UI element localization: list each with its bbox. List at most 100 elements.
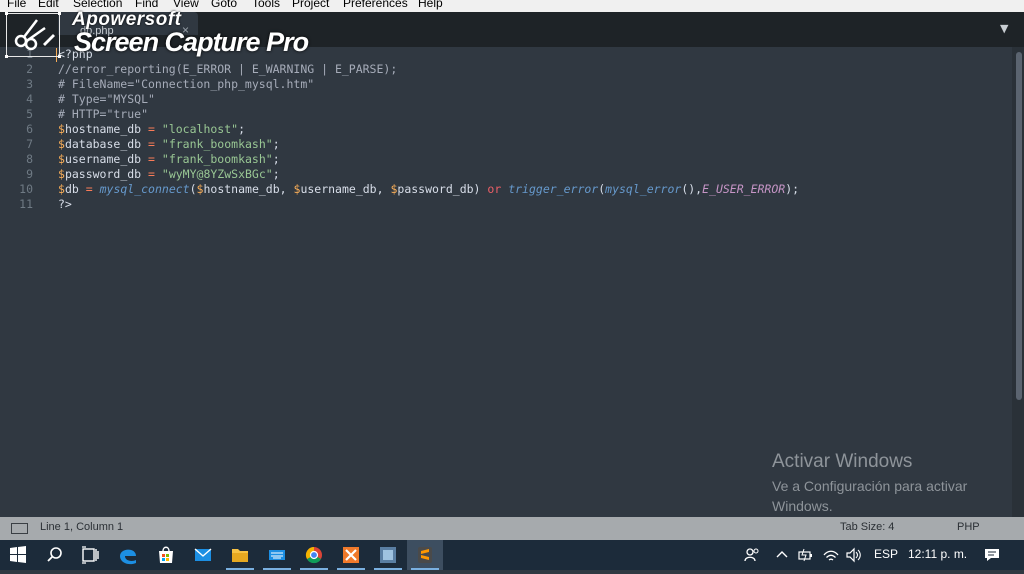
code-token: # Type="MYSQL": [58, 92, 155, 106]
line-number: 7: [26, 137, 33, 151]
code-token: E_USER_ERROR: [702, 182, 786, 196]
code-line[interactable]: 7 $database_db = "frank_boomkash";: [0, 137, 1010, 152]
code-token: username_db,: [300, 182, 391, 196]
code-token: ;: [272, 152, 280, 166]
code-editor[interactable]: 1 <?php 2//error_reporting(E_ERROR | E_WAR…: [0, 47, 1024, 517]
code-text: # HTTP="true": [58, 107, 148, 122]
chrome-icon[interactable]: [296, 540, 332, 570]
code-text: //error_reporting(E_ERROR | E_WARNING | …: [58, 62, 397, 77]
line-number: 3: [26, 77, 33, 91]
code-line[interactable]: 6 $hostname_db = "localhost";: [0, 122, 1010, 137]
code-line[interactable]: 8 $username_db = "frank_boomkash";: [0, 152, 1010, 167]
code-text: ?>: [58, 197, 72, 212]
menu-edit[interactable]: Edit: [38, 0, 59, 10]
syntax-mode[interactable]: PHP: [957, 521, 980, 533]
store-icon[interactable]: [148, 540, 184, 570]
line-number: 5: [26, 107, 33, 121]
code-token: ;: [272, 167, 280, 181]
code-line[interactable]: 10 $db = mysql_connect($hostname_db, $use…: [0, 182, 1010, 197]
menu-goto[interactable]: Goto: [211, 0, 237, 10]
tab-list-dropdown-icon[interactable]: ▼: [1000, 22, 1008, 35]
code-token: database_db: [64, 137, 149, 151]
code-token: ;: [238, 122, 246, 136]
code-token: "localhost": [161, 122, 239, 136]
file-explorer-icon[interactable]: [222, 540, 258, 570]
code-token: $: [58, 167, 65, 181]
code-token: "frank_boomkash": [161, 137, 273, 151]
taskbar: ESP 12:11 p. m.: [0, 540, 1024, 570]
code-token: ;: [272, 137, 280, 151]
tab-size[interactable]: Tab Size: 4: [840, 521, 894, 533]
code-token: mysql_connect: [99, 182, 190, 196]
code-line[interactable]: 9 $password_db = "wyMY@8YZwSxBGc";: [0, 167, 1010, 182]
status-bar: Line 1, Column 1 Tab Size: 4 PHP: [0, 517, 1024, 540]
xampp-icon[interactable]: [333, 540, 369, 570]
cursor-position: Line 1, Column 1: [40, 521, 124, 533]
code-token: ?>: [58, 197, 72, 211]
line-number: 9: [26, 167, 33, 181]
code-text: $username_db = "frank_boomkash";: [58, 152, 280, 167]
code-token: =: [148, 122, 155, 136]
scissors-icon: [14, 19, 55, 51]
code-token: $: [58, 137, 65, 151]
app-icon[interactable]: [370, 540, 406, 570]
code-line[interactable]: 4 # Type="MYSQL": [0, 92, 1010, 107]
clock[interactable]: 12:11 p. m.: [908, 547, 967, 561]
line-number: 10: [19, 182, 33, 196]
activate-windows-subtitle: Ve a Configuración para activar Windows.: [772, 478, 968, 514]
code-token: =: [148, 152, 155, 166]
menu-preferences[interactable]: Preferences: [343, 0, 408, 10]
search-icon[interactable]: [37, 540, 73, 570]
edge-icon[interactable]: [110, 540, 146, 570]
notifications-icon[interactable]: [983, 547, 1001, 563]
code-token: $: [58, 122, 65, 136]
code-token: //error_reporting(E_ERROR | E_WARNING | …: [58, 62, 398, 76]
code-token: "wyMY@8YZwSxBGc": [161, 167, 273, 181]
volume-icon[interactable]: [845, 547, 863, 563]
task-view-icon[interactable]: [72, 540, 108, 570]
code-token: "frank_boomkash": [161, 152, 273, 166]
menu-help[interactable]: Help: [418, 0, 443, 10]
wifi-icon[interactable]: [822, 547, 840, 563]
code-token: mysql_error: [605, 182, 682, 196]
menu-tools[interactable]: Tools: [252, 0, 280, 10]
line-number: 11: [19, 197, 33, 211]
code-token: username_db: [64, 152, 149, 166]
chevron-up-icon[interactable]: [775, 548, 789, 562]
scrollbar-thumb[interactable]: [1016, 52, 1022, 400]
code-line[interactable]: 5 # HTTP="true": [0, 107, 1010, 122]
line-number: 8: [26, 152, 33, 166]
code-line[interactable]: 2 //error_reporting(E_ERROR | E_WARNING |…: [0, 62, 1010, 77]
code-token: $: [58, 182, 65, 196]
code-token: =: [148, 167, 155, 181]
menu-project[interactable]: Project: [292, 0, 329, 10]
sublime-text-icon[interactable]: [407, 540, 443, 570]
code-token: hostname_db,: [203, 182, 294, 196]
code-token: =: [85, 182, 93, 196]
menu-file[interactable]: File: [7, 0, 26, 10]
code-token: db: [64, 182, 86, 196]
people-icon[interactable]: [743, 547, 761, 563]
code-token: (: [189, 182, 197, 196]
watermark-logo: [5, 12, 61, 58]
language-indicator[interactable]: ESP: [874, 547, 898, 561]
code-line[interactable]: 11 ?>: [0, 197, 1010, 212]
mail-icon[interactable]: [185, 540, 221, 570]
code-text: # Type="MYSQL": [58, 92, 155, 107]
start-icon[interactable]: [0, 540, 36, 570]
battery-icon[interactable]: [797, 547, 815, 563]
code-line[interactable]: 3 # FileName="Connection_php_mysql.htm": [0, 77, 1010, 92]
panel-toggle-icon[interactable]: [11, 523, 28, 534]
line-number: 2: [26, 62, 33, 76]
code-token: password_db): [397, 182, 488, 196]
code-token: (),: [681, 182, 703, 196]
code-text: $db = mysql_connect($hostname_db, $usern…: [58, 182, 799, 197]
code-token: # FileName="Connection_php_mysql.htm": [58, 77, 315, 91]
keyboard-icon[interactable]: [259, 540, 295, 570]
code-token: );: [785, 182, 800, 196]
code-token: =: [148, 137, 155, 151]
